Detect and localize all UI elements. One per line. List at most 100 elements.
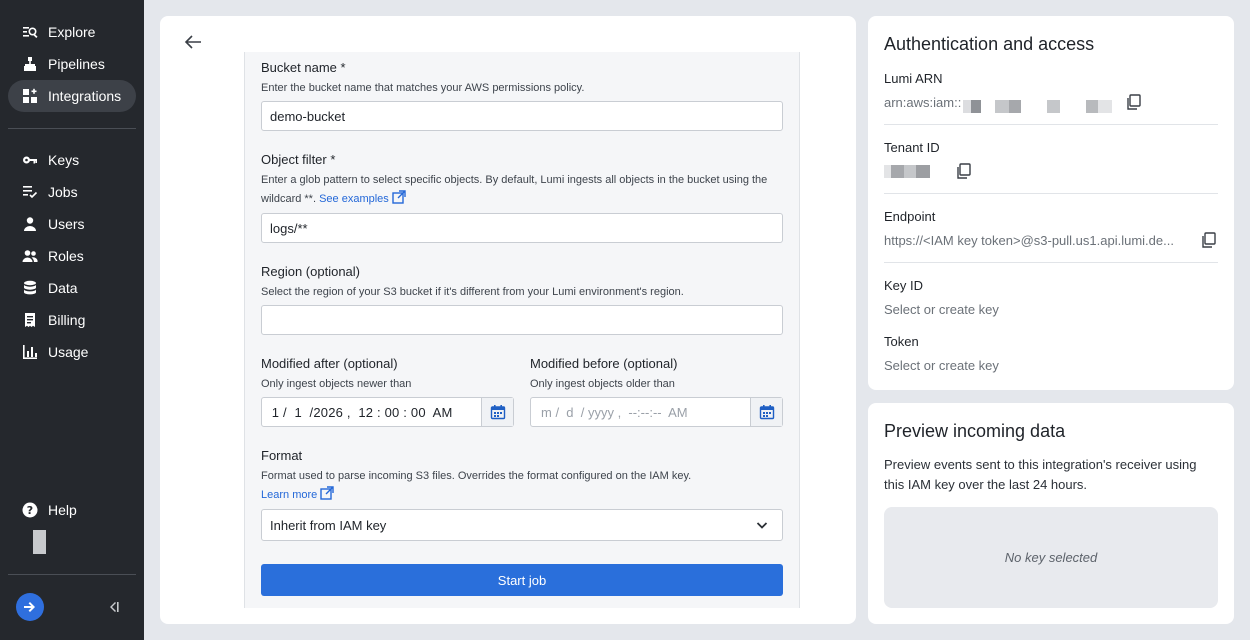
token-value: Select or create key bbox=[884, 358, 999, 373]
form-panel: Bucket name * Enter the bucket name that… bbox=[244, 52, 800, 608]
sidebar-item-integrations[interactable]: Integrations bbox=[8, 80, 136, 112]
external-link-icon bbox=[320, 486, 334, 500]
database-icon bbox=[22, 280, 38, 296]
tenant-id-label: Tenant ID bbox=[884, 140, 940, 155]
sidebar-divider bbox=[8, 128, 136, 129]
calendar-icon bbox=[490, 405, 505, 420]
sidebar-item-label: Pipelines bbox=[48, 56, 105, 72]
preview-empty-text: No key selected bbox=[1004, 550, 1098, 565]
sidebar-item-label: Users bbox=[48, 216, 85, 232]
help-icon: ? bbox=[22, 502, 38, 518]
jobs-icon bbox=[22, 184, 38, 200]
app-launcher-button[interactable] bbox=[16, 593, 44, 621]
sidebar-item-label: Explore bbox=[48, 24, 96, 40]
bucket-name-help: Enter the bucket name that matches your … bbox=[261, 82, 585, 94]
sidebar-item-label: Keys bbox=[48, 152, 80, 168]
billing-icon bbox=[22, 312, 38, 328]
modified-before-placeholder: m / d / yyyy , --:--:-- AM bbox=[541, 404, 688, 420]
region-label: Region (optional) bbox=[261, 264, 361, 279]
start-job-button[interactable]: Start job bbox=[261, 564, 783, 596]
lumi-arn-value: arn:aws:iam:: bbox=[884, 95, 962, 110]
sidebar-item-jobs[interactable]: Jobs bbox=[8, 176, 136, 208]
sidebar-item-explore[interactable]: Explore bbox=[8, 16, 136, 48]
copy-endpoint-button[interactable] bbox=[1200, 232, 1216, 248]
copy-icon bbox=[1127, 94, 1141, 110]
preview-title: Preview incoming data bbox=[884, 421, 1066, 441]
auth-title: Authentication and access bbox=[884, 34, 1095, 54]
sidebar-item-users[interactable]: Users bbox=[8, 208, 136, 240]
see-examples-label: See examples bbox=[319, 193, 389, 205]
region-help: Select the region of your S3 bucket if i… bbox=[261, 286, 684, 298]
chevron-down-icon bbox=[756, 519, 768, 531]
back-button[interactable] bbox=[182, 32, 204, 52]
collapse-sidebar-button[interactable] bbox=[106, 599, 120, 615]
key-id-value: Select or create key bbox=[884, 302, 999, 317]
sidebar-item-label: Integrations bbox=[48, 88, 122, 104]
modified-before-calendar-button[interactable] bbox=[750, 398, 782, 426]
region-input[interactable] bbox=[261, 305, 783, 335]
external-link-icon bbox=[392, 190, 406, 204]
endpoint-label: Endpoint bbox=[884, 209, 936, 224]
auth-card: Authentication and access Lumi ARN arn:a… bbox=[868, 16, 1234, 390]
modified-before-help: Only ingest objects older than bbox=[530, 378, 675, 390]
pipelines-icon bbox=[22, 56, 38, 72]
divider bbox=[884, 193, 1218, 194]
sidebar: Explore Pipelines Integrations Keys Jobs… bbox=[0, 0, 144, 640]
integrations-icon bbox=[22, 88, 38, 104]
bucket-name-input[interactable]: demo-bucket bbox=[261, 101, 783, 131]
modified-before-label: Modified before (optional) bbox=[530, 356, 678, 371]
bucket-name-label: Bucket name * bbox=[261, 60, 346, 75]
preview-description: Preview events sent to this integration'… bbox=[884, 457, 1197, 492]
copy-icon bbox=[1202, 232, 1216, 248]
avatar[interactable] bbox=[33, 530, 46, 554]
key-id-label: Key ID bbox=[884, 278, 924, 293]
modified-after-value: 1 / 1 /2026 , 12 : 00 : 00 AM bbox=[268, 404, 453, 420]
lumi-arn-label: Lumi ARN bbox=[884, 71, 943, 86]
sidebar-item-label: Billing bbox=[48, 312, 86, 328]
explore-icon bbox=[22, 24, 38, 40]
sidebar-item-label: Data bbox=[48, 280, 78, 296]
learn-more-link[interactable]: Learn more bbox=[261, 486, 334, 501]
sidebar-item-roles[interactable]: Roles bbox=[8, 240, 136, 272]
see-examples-link[interactable]: See examples bbox=[319, 190, 406, 205]
object-filter-input[interactable]: logs/** bbox=[261, 213, 783, 243]
modified-after-label: Modified after (optional) bbox=[261, 356, 398, 371]
sidebar-item-label: Usage bbox=[48, 344, 89, 360]
format-label: Format bbox=[261, 448, 303, 463]
copy-tenant-id-button[interactable] bbox=[955, 163, 971, 179]
sidebar-item-pipelines[interactable]: Pipelines bbox=[8, 48, 136, 80]
sidebar-item-keys[interactable]: Keys bbox=[8, 144, 136, 176]
sidebar-item-label: Help bbox=[48, 502, 77, 518]
modified-before-input[interactable]: m / d / yyyy , --:--:-- AM bbox=[530, 397, 783, 427]
arrow-left-icon bbox=[184, 35, 201, 49]
roles-icon bbox=[22, 248, 38, 264]
sidebar-item-data[interactable]: Data bbox=[8, 272, 136, 304]
format-help-text: Format used to parse incoming S3 files. … bbox=[261, 470, 692, 482]
sidebar-item-help[interactable]: ? Help bbox=[8, 494, 136, 526]
format-help: Format used to parse incoming S3 files. … bbox=[261, 467, 781, 505]
arrow-right-icon bbox=[24, 602, 35, 612]
divider bbox=[884, 124, 1218, 125]
svg-text:?: ? bbox=[27, 504, 33, 517]
sidebar-item-usage[interactable]: Usage bbox=[8, 336, 136, 368]
endpoint-value: https://<IAM key token>@s3-pull.us1.api.… bbox=[884, 233, 1174, 248]
collapse-icon bbox=[110, 602, 119, 612]
user-icon bbox=[22, 216, 38, 232]
learn-more-label: Learn more bbox=[261, 489, 318, 501]
modified-after-input[interactable]: 1 / 1 /2026 , 12 : 00 : 00 AM bbox=[261, 397, 514, 427]
usage-icon bbox=[22, 344, 38, 360]
copy-icon bbox=[957, 163, 971, 179]
divider bbox=[884, 262, 1218, 263]
format-select[interactable]: Inherit from IAM key bbox=[261, 509, 783, 541]
object-filter-label: Object filter * bbox=[261, 152, 336, 167]
sidebar-item-label: Roles bbox=[48, 248, 84, 264]
token-label: Token bbox=[884, 334, 919, 349]
bucket-name-value: demo-bucket bbox=[270, 108, 346, 124]
sidebar-divider bbox=[8, 574, 136, 575]
modified-after-calendar-button[interactable] bbox=[481, 398, 513, 426]
key-icon bbox=[22, 152, 38, 168]
copy-arn-button[interactable] bbox=[1125, 94, 1141, 110]
modified-after-help: Only ingest objects newer than bbox=[261, 378, 412, 390]
object-filter-help: Enter a glob pattern to select specific … bbox=[261, 171, 781, 209]
sidebar-item-billing[interactable]: Billing bbox=[8, 304, 136, 336]
